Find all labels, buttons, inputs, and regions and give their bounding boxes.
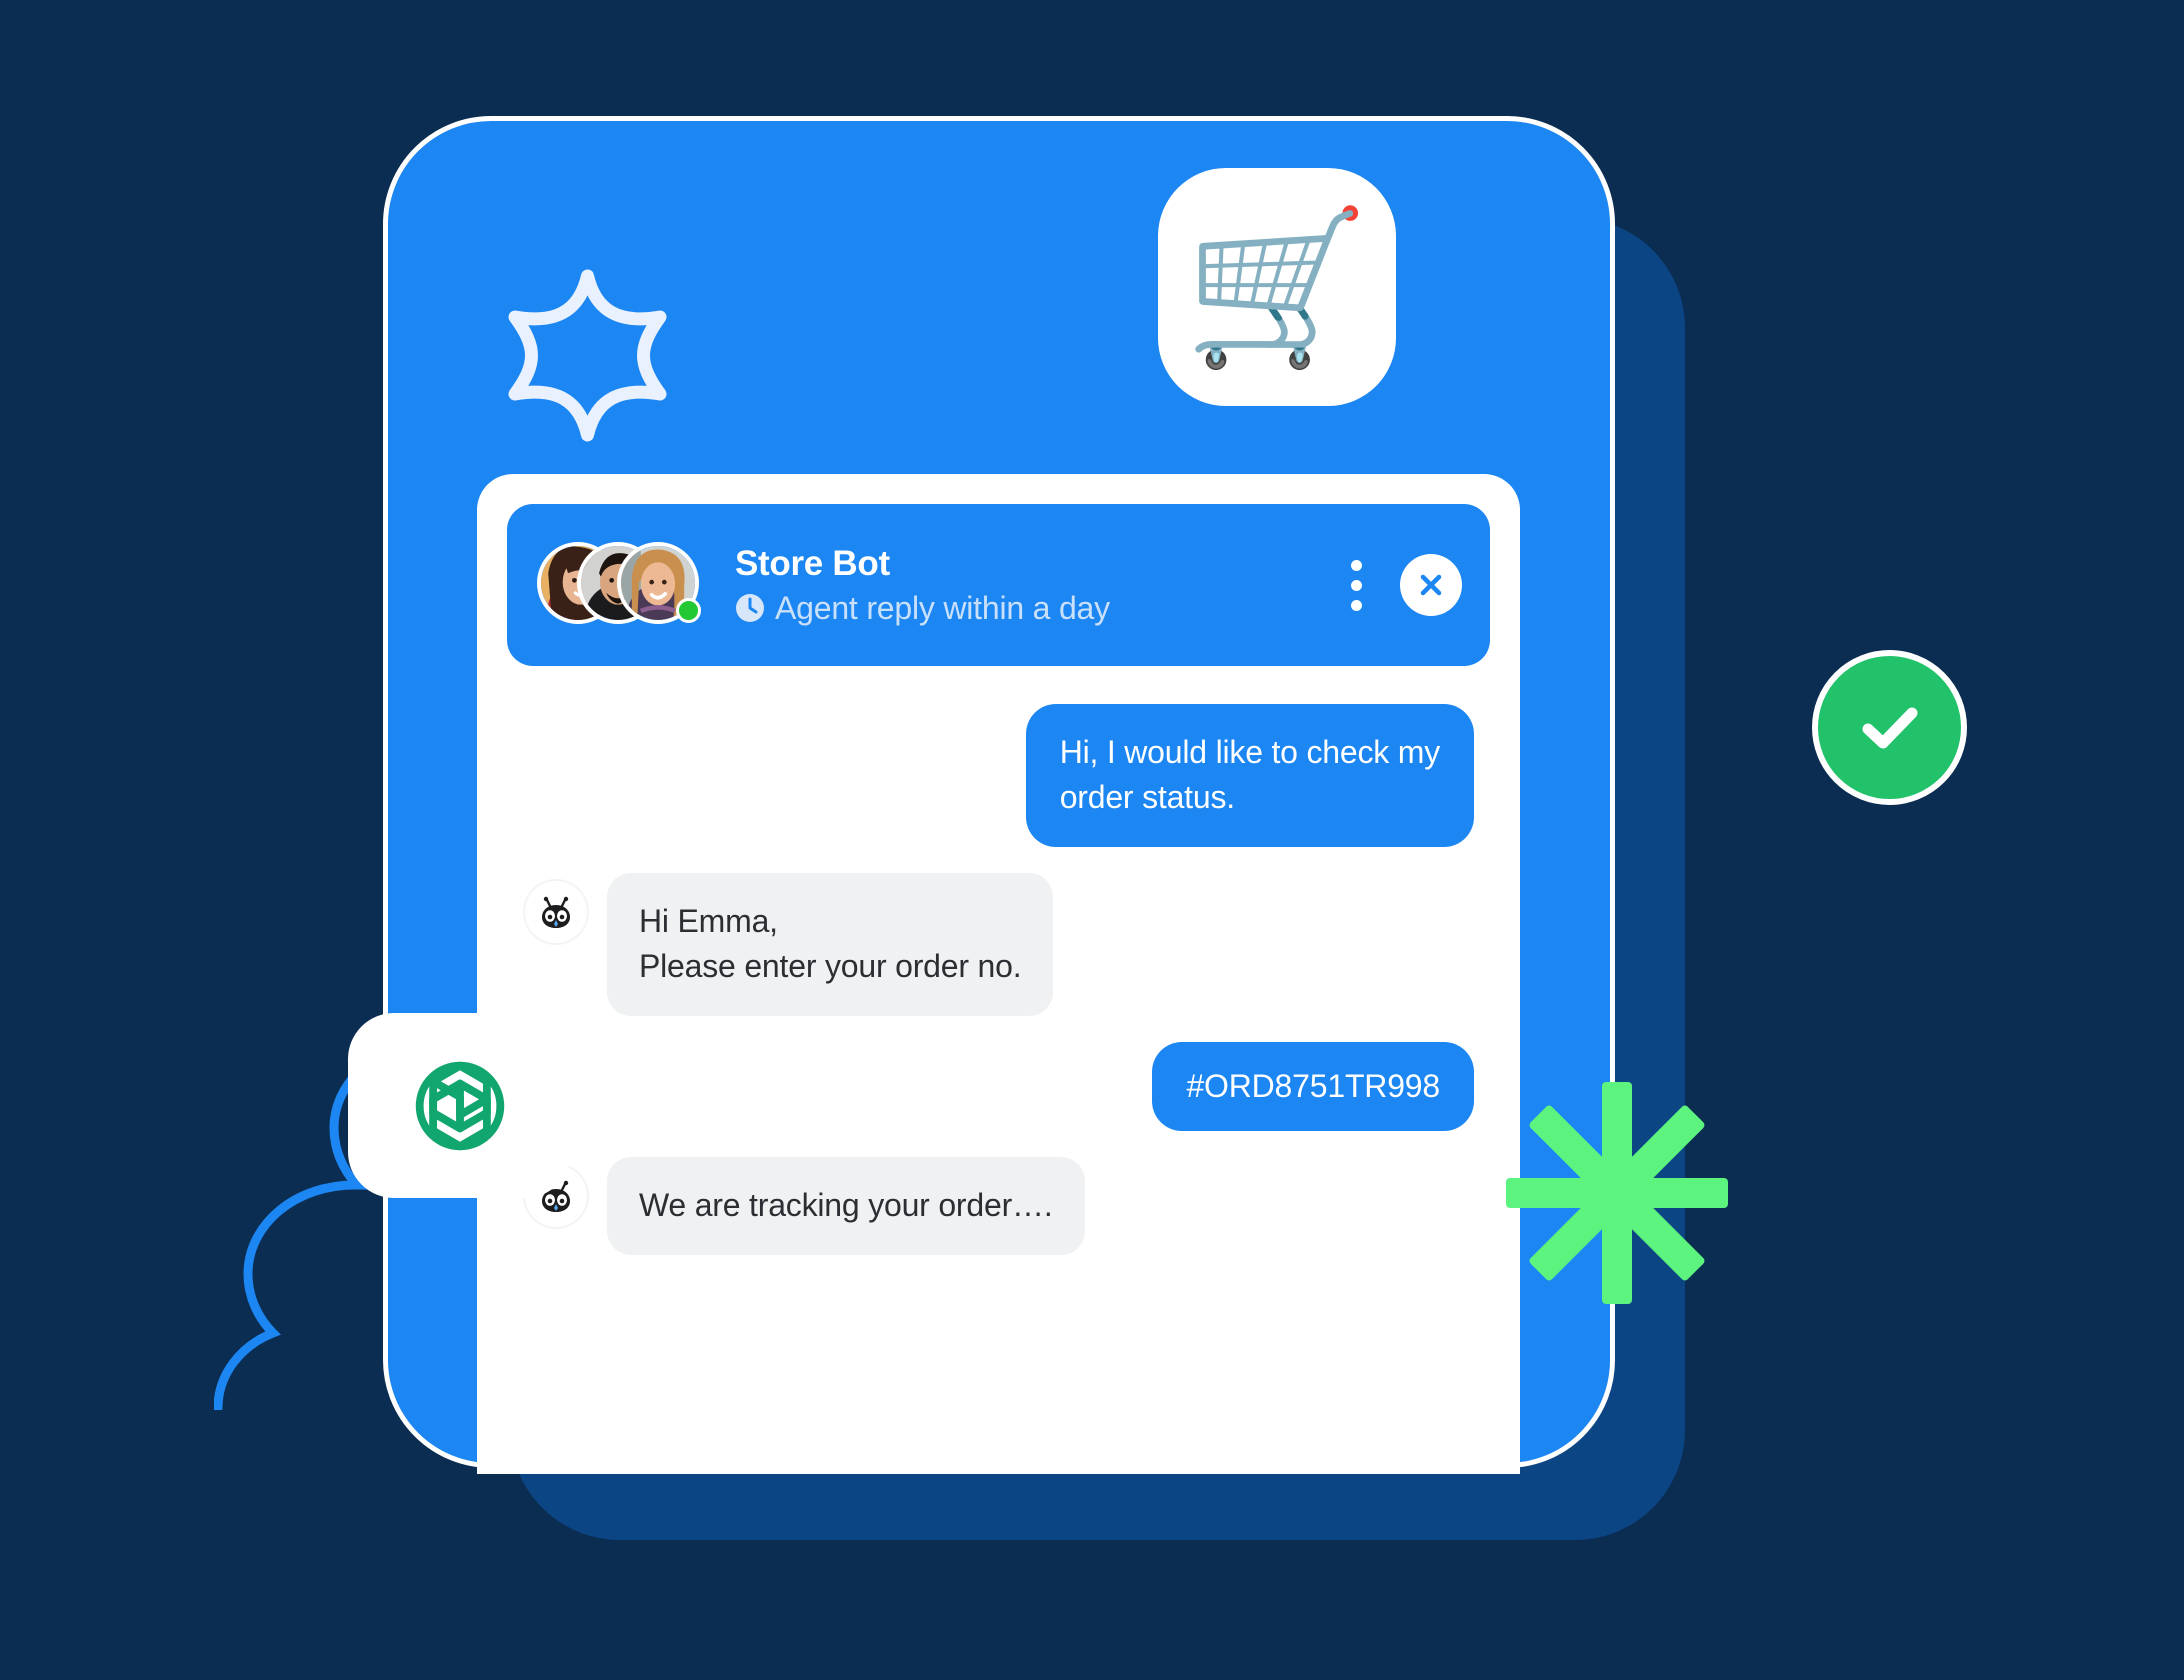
message-row-user: #ORD8751TR998: [523, 1041, 1474, 1132]
message-row-bot: We are tracking your order….: [523, 1157, 1474, 1255]
check-icon: [1862, 707, 1917, 748]
chat-widget-panel: Store Bot Agent reply within a day Hi, I…: [477, 474, 1520, 1474]
agent-avatar-group: [537, 542, 709, 628]
online-status-dot: [676, 598, 701, 623]
bot-avatar-icon: [523, 878, 589, 945]
bot-status-text: Agent reply within a day: [775, 589, 1110, 626]
shopping-cart-app-tile: 🛒: [1158, 168, 1396, 406]
kebab-dot-icon: [1350, 599, 1362, 611]
close-icon: [1420, 574, 1442, 596]
message-bubble-bot: We are tracking your order….: [607, 1157, 1085, 1255]
success-check-badge: [1812, 650, 1967, 805]
message-bubble-order-number: #ORD8751TR998: [1152, 1041, 1474, 1132]
chat-header: Store Bot Agent reply within a day: [507, 504, 1490, 666]
message-row-user: Hi, I would like to check my order statu…: [523, 704, 1474, 847]
kebab-dot-icon: [1350, 559, 1362, 571]
message-bubble-user: Hi, I would like to check my order statu…: [1025, 704, 1474, 847]
openai-logo-icon: [415, 1061, 504, 1150]
bot-status: Agent reply within a day: [735, 589, 1338, 627]
close-chat-button[interactable]: [1400, 554, 1462, 616]
bot-name: Store Bot: [735, 543, 890, 583]
message-bubble-bot: Hi Emma, Please enter your order no.: [607, 872, 1054, 1016]
kebab-dot-icon: [1350, 579, 1362, 591]
illustration-stage: 🛒 Store Bot Agent reply within a day Hi,…: [0, 0, 2184, 1680]
chat-header-actions: [1338, 552, 1462, 619]
openai-logo-badge: [348, 1013, 571, 1198]
clock-icon: [736, 594, 764, 623]
chat-header-text: Store Bot Agent reply within a day: [735, 543, 1338, 628]
message-list: Hi, I would like to check my order statu…: [507, 666, 1490, 1255]
asterisk-sparkle-icon: [1502, 1078, 1732, 1308]
more-options-button[interactable]: [1338, 552, 1374, 619]
message-row-bot: Hi Emma, Please enter your order no.: [523, 872, 1474, 1016]
star-sparkle-icon: [500, 268, 675, 443]
shopping-cart-icon: 🛒: [1183, 203, 1371, 371]
